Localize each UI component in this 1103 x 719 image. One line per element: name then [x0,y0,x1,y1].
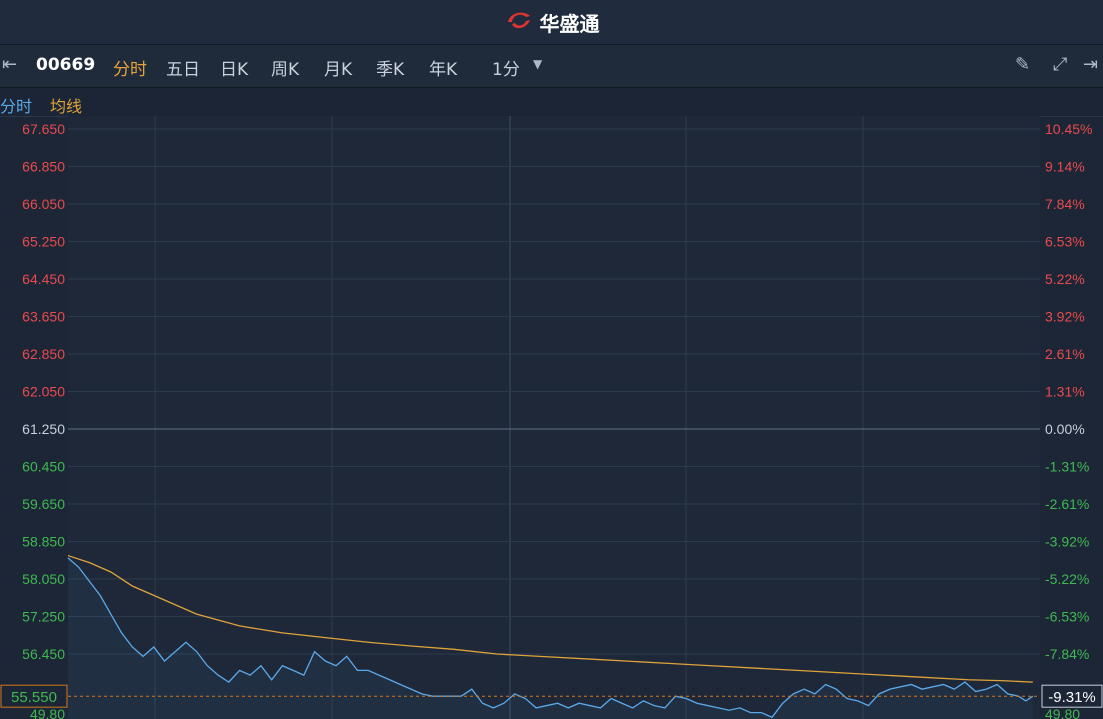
y-tick-label-right: -6.53% [1045,609,1089,625]
y-tick-label-right: 5.22% [1045,271,1085,287]
y-tick-label-left: 66.050 [22,196,65,212]
y-tick-label-right: -7.84% [1045,646,1089,662]
y-tick-label-left: 58.850 [22,534,65,550]
y-tick-label-right: 2.61% [1045,346,1085,362]
tab-intraday[interactable]: 分时 [113,55,147,80]
plot-area [68,116,1040,719]
y-tick-label-left: 64.450 [22,271,65,287]
chevron-down-icon[interactable]: ▼ [533,57,542,71]
current-change-label: -9.31% [1048,689,1096,706]
tab-yearly-k[interactable]: 年K [429,55,457,80]
y-tick-label-left: 61.250 [22,421,65,437]
legend-price: 分时 [0,97,33,116]
legend-average: 均线 [50,97,83,116]
y-tick-label-left: 65.250 [22,234,65,250]
y-tick-label-right: -3.92% [1045,534,1089,550]
toolbar: ⇤ 00669 分时 五日 日K 周K 月K 季K 年K 1分 ▼ ✎ ⤢ ⇥ [0,45,1103,88]
y-tick-label-right: 1.31% [1045,384,1085,400]
y-tick-label-left: 59.650 [22,496,65,512]
y-tick-label-right: 6.53% [1045,234,1085,250]
y-tick-label-left: 56.450 [22,646,65,662]
y-tick-label-left: 62.850 [22,346,65,362]
stock-code: 00669 [36,55,96,75]
y-tick-label-left: 62.050 [22,384,65,400]
brand: 华盛通 [0,0,1103,44]
y-tick-label-right: 7.84% [1045,196,1085,212]
y-tick-label-right: 10.45% [1045,121,1092,137]
fullscreen-icon[interactable]: ⤢ [1053,54,1067,75]
brand-name: 华盛通 [539,11,600,36]
y-tick-label-right: 49.80 [1045,706,1080,719]
y-tick-label-left: 67.650 [22,121,65,137]
collapse-left-icon[interactable]: ⇤ [2,54,17,75]
y-tick-label-left: 58.050 [22,571,65,587]
y-tick-label-left: 57.250 [22,609,65,625]
legend-bar: 分时 均线 [0,88,1103,117]
tab-weekly-k[interactable]: 周K [271,55,299,80]
interval-select[interactable]: 1分 [492,55,520,80]
y-tick-label-right: -5.22% [1045,571,1089,587]
y-tick-label-left: 60.450 [22,459,65,475]
y-tick-label-right: 0.00% [1045,421,1085,437]
y-tick-label-left: 63.650 [22,309,65,325]
tab-monthly-k[interactable]: 月K [324,55,352,80]
y-tick-label-right: -1.31% [1045,459,1089,475]
tab-five-day[interactable]: 五日 [166,55,200,80]
title-bar: 华盛通 [0,0,1103,45]
y-tick-label-left: 66.850 [22,159,65,175]
intraday-chart: 67.650 10.45% 66.850 9.14% 66.050 7.84% 65.250… [0,116,1103,719]
y-tick-label-right: 3.92% [1045,309,1085,325]
pencil-icon[interactable]: ✎ [1015,54,1030,75]
y-tick-label-right: 9.14% [1045,159,1085,175]
tab-quarterly-k[interactable]: 季K [376,55,404,80]
y-tick-label-left: 49.80 [30,706,65,719]
y-tick-label-right: -2.61% [1045,496,1089,512]
tab-daily-k[interactable]: 日K [220,55,248,80]
brand-logo-icon [504,8,534,36]
collapse-right-icon[interactable]: ⇥ [1083,54,1098,75]
current-price-label: 55.550 [11,689,57,706]
